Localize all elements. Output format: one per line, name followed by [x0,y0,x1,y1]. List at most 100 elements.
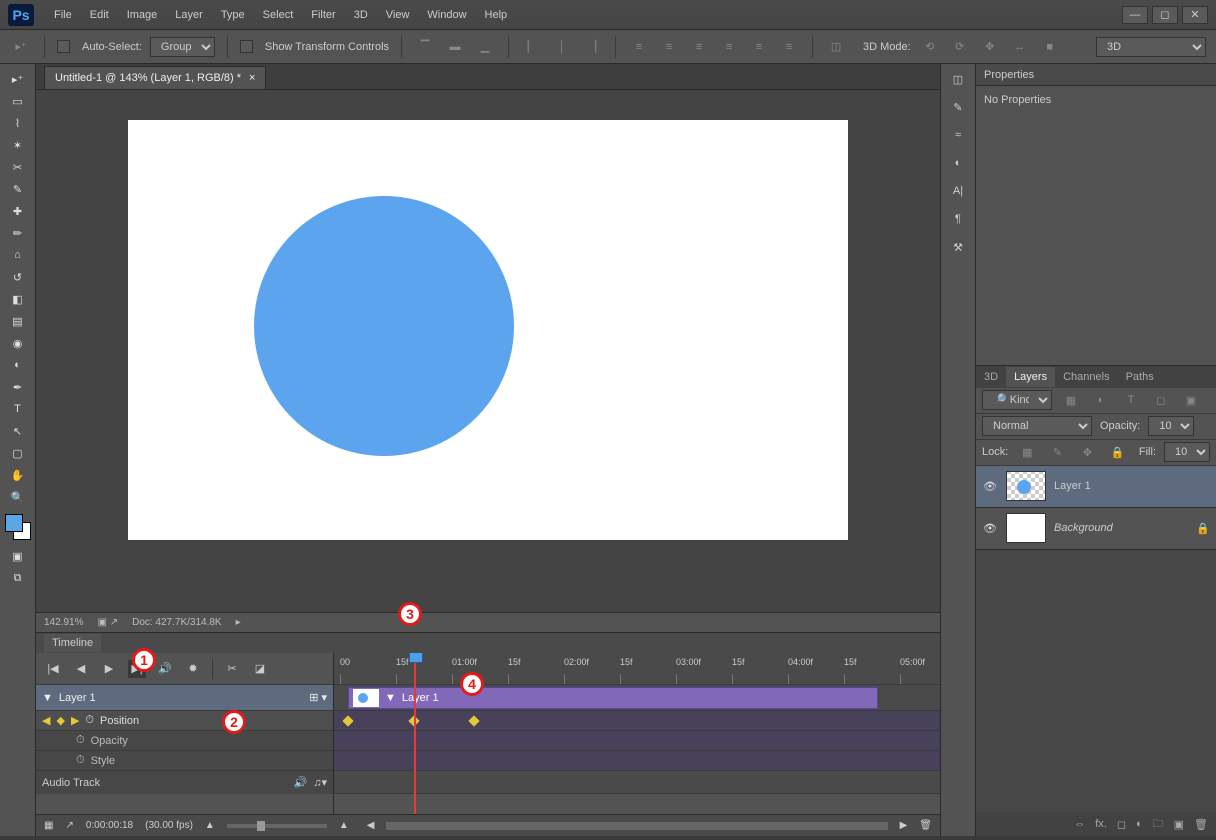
delete-icon[interactable]: 🗑 [919,820,932,831]
menu-window[interactable]: Window [419,5,474,25]
menu-type[interactable]: Type [213,5,253,25]
gradient-tool[interactable]: ▤ [6,311,30,331]
auto-select-checkbox[interactable] [57,40,70,53]
menu-select[interactable]: Select [255,5,302,25]
status-flyout-icon[interactable]: ▸ [236,617,241,628]
brush-presets-icon[interactable]: ✎ [947,96,969,118]
3d-pan-icon[interactable]: ✥ [979,36,1001,58]
auto-align-icon[interactable]: ◫ [825,36,847,58]
shape-tool[interactable]: ▢ [6,443,30,463]
menu-edit[interactable]: Edit [82,5,117,25]
new-layer-icon[interactable]: ▣ [1174,818,1184,831]
distribute-6-icon[interactable]: ≡ [778,36,800,58]
frame-mode-icon[interactable]: ▦ [44,820,53,831]
path-tool[interactable]: ↖ [6,421,30,441]
audio-track-row[interactable]: Audio Track 🔊 ♫▾ [36,771,333,794]
menu-3d[interactable]: 3D [346,5,376,25]
minimize-button[interactable]: — [1122,6,1148,24]
audio-mute-icon[interactable]: 🔊 [294,776,308,789]
playhead[interactable] [414,653,416,814]
layer-track[interactable]: ▼ Layer 1 + [334,685,940,711]
paragraph-icon[interactable]: ¶ [947,208,969,230]
position-track[interactable] [334,711,940,731]
menu-view[interactable]: View [378,5,418,25]
3d-dropdown[interactable]: 3D [1096,37,1206,57]
visibility-icon[interactable]: 👁 [982,480,998,493]
stamp-tool[interactable]: ⌂ [6,245,30,265]
menu-file[interactable]: File [46,5,80,25]
distribute-4-icon[interactable]: ≡ [718,36,740,58]
layer-row-background[interactable]: 👁 Background 🔒 [976,508,1216,550]
stopwatch-icon[interactable]: ⏱ [76,754,85,767]
layer-clip[interactable]: ▼ Layer 1 [348,687,878,709]
close-button[interactable]: ✕ [1182,6,1208,24]
mask-icon[interactable]: ◻ [1117,818,1126,831]
distribute-1-icon[interactable]: ≡ [628,36,650,58]
filter-smart-icon[interactable]: ▣ [1180,389,1202,411]
style-property-row[interactable]: ⏱ Style [36,751,333,771]
move-tool[interactable]: ▸⁺ [6,69,30,89]
swatches-icon[interactable]: ≈ [947,124,969,146]
eraser-tool[interactable]: ◧ [6,289,30,309]
3d-slide-icon[interactable]: ↔ [1009,36,1031,58]
opacity-input[interactable]: 100% [1148,416,1194,436]
align-top-icon[interactable]: ▔ [414,36,436,58]
transition-button[interactable]: ◪ [251,660,269,678]
zoom-in-icon[interactable]: ▲ [339,820,349,831]
adjustments-icon[interactable]: ◐ [947,152,969,174]
eyedropper-tool[interactable]: ✎ [6,179,30,199]
disclosure-icon[interactable]: ▼ [42,692,53,704]
document-tab[interactable]: Untitled-1 @ 143% (Layer 1, RGB/8) * × [44,66,266,89]
fx-icon[interactable]: fx. [1095,818,1107,830]
styles-icon[interactable]: A| [947,180,969,202]
wand-tool[interactable]: ✶ [6,135,30,155]
tab-channels[interactable]: Channels [1055,367,1117,387]
visibility-icon[interactable]: 👁 [982,522,998,535]
opacity-track[interactable] [334,731,940,751]
clip-disclosure-icon[interactable]: ▼ [385,692,396,704]
split-button[interactable]: ✂ [223,660,241,678]
tools-presets-icon[interactable]: ⚒ [947,236,969,258]
filter-shape-icon[interactable]: ◻ [1150,389,1172,411]
pen-tool[interactable]: ✒ [6,377,30,397]
filter-kind-dropdown[interactable]: 🔎 Kind [982,390,1052,410]
color-swatches[interactable] [5,514,31,540]
type-tool[interactable]: T [6,399,30,419]
doc-info-icon[interactable]: ▣ ↗ [97,617,118,628]
keyframe[interactable] [342,715,353,726]
render-icon[interactable]: ↗ [65,820,73,831]
close-tab-icon[interactable]: × [249,72,255,84]
zoom-slider[interactable] [227,824,327,828]
opacity-property-row[interactable]: ⏱ Opacity [36,731,333,751]
history-brush-tool[interactable]: ↺ [6,267,30,287]
distribute-2-icon[interactable]: ≡ [658,36,680,58]
align-left-icon[interactable]: ▏ [521,36,543,58]
first-frame-button[interactable]: |◀ [44,660,62,678]
blend-mode-dropdown[interactable]: Normal [982,416,1092,436]
group-icon[interactable]: 🗀 [1153,815,1164,834]
style-track[interactable] [334,751,940,771]
auto-select-dropdown[interactable]: Group [150,37,215,57]
canvas[interactable] [128,120,848,540]
play-button[interactable]: ▶ [100,660,118,678]
layer-options-icon[interactable]: ⊞ ▾ [309,691,327,704]
filter-adj-icon[interactable]: ◐ [1090,389,1112,411]
link-icon[interactable]: ⇔ [1074,818,1085,830]
menu-filter[interactable]: Filter [303,5,343,25]
menu-image[interactable]: Image [119,5,166,25]
filter-type-icon[interactable]: T [1120,389,1142,411]
blur-tool[interactable]: ◉ [6,333,30,353]
stopwatch-icon[interactable]: ⏱ [85,714,94,727]
audio-track[interactable]: + [334,771,940,794]
mute-button[interactable]: 🔊 [156,660,174,678]
show-transform-checkbox[interactable] [240,40,253,53]
next-kf-icon[interactable]: ▶ [71,714,79,727]
lasso-tool[interactable]: ⌇ [6,113,30,133]
keyframe[interactable] [468,715,479,726]
lock-all-icon[interactable]: 🔒 [1106,441,1128,463]
zoom-out-icon[interactable]: ▲ [205,820,215,831]
properties-tab[interactable]: Properties [976,64,1216,86]
fill-input[interactable]: 100% [1164,442,1210,462]
screenmode-toggle[interactable]: ⧉ [6,568,30,588]
prev-frame-button[interactable]: ◀ [72,660,90,678]
